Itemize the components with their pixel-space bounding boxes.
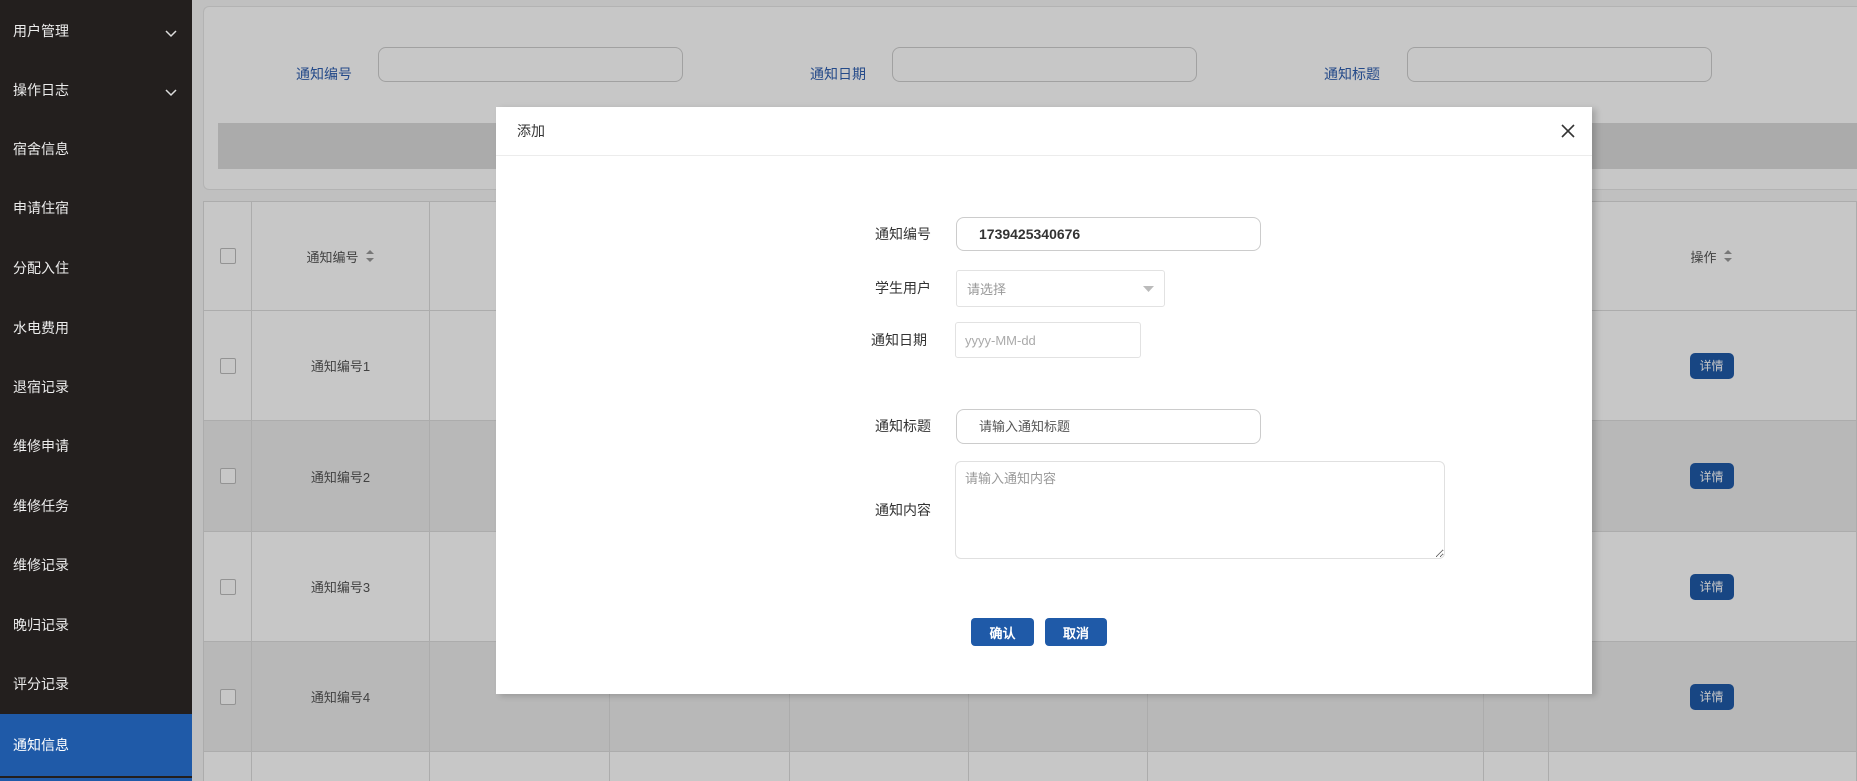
notice-date-input[interactable] [955, 322, 1141, 358]
sidebar-item-label: 操作日志 [13, 82, 69, 98]
sidebar-item-label: 维修任务 [13, 498, 69, 514]
chevron-down-icon [165, 89, 177, 97]
close-icon[interactable] [1560, 123, 1576, 139]
sidebar-item-apply-accommodation[interactable]: 申请住宿 [0, 178, 192, 238]
sidebar-item-label: 分配入住 [13, 260, 69, 276]
sidebar-item-label: 退宿记录 [13, 379, 69, 395]
sidebar: 用户管理 操作日志 宿舍信息 申请住宿 分配入住 水电费用 退宿记录 维修申请 … [0, 0, 192, 781]
notice-title-input[interactable] [956, 409, 1261, 444]
sidebar-item-label: 水电费用 [13, 320, 69, 336]
field-label-notice-no: 通知编号 [875, 226, 931, 242]
sidebar-item-label: 维修申请 [13, 438, 69, 454]
confirm-button[interactable]: 确认 [971, 618, 1034, 646]
sidebar-item-repair-tasks[interactable]: 维修任务 [0, 476, 192, 536]
field-label-student-user: 学生用户 [875, 280, 931, 296]
cancel-button[interactable]: 取消 [1045, 618, 1107, 646]
sidebar-item-dorm-info[interactable]: 宿舍信息 [0, 119, 192, 179]
sidebar-item-utility-fees[interactable]: 水电费用 [0, 298, 192, 358]
student-user-select[interactable]: 请选择 [956, 270, 1165, 307]
sidebar-item-label: 晚归记录 [13, 617, 69, 633]
sidebar-item-user-management[interactable]: 用户管理 [0, 1, 192, 61]
sidebar-item-label: 评分记录 [13, 676, 69, 692]
sidebar-item-label: 通知信息 [13, 737, 69, 753]
sidebar-item-repair-requests[interactable]: 维修申请 [0, 416, 192, 476]
notice-content-textarea[interactable] [955, 461, 1445, 559]
notice-no-input[interactable] [956, 217, 1261, 251]
dialog-header: 添加 [496, 107, 1592, 156]
dialog-title: 添加 [517, 123, 545, 139]
sidebar-item-operation-log[interactable]: 操作日志 [0, 60, 192, 120]
sidebar-item-label: 申请住宿 [13, 200, 69, 216]
add-notice-dialog: 添加 通知编号 学生用户 请选择 通知日期 通知标题 通知内容 确认 取消 [496, 107, 1592, 694]
sidebar-item-notice-info[interactable]: 通知信息 [0, 714, 192, 776]
field-label-notice-date: 通知日期 [871, 332, 927, 348]
sidebar-item-late-return-records[interactable]: 晚归记录 [0, 595, 192, 655]
sidebar-item-label: 宿舍信息 [13, 141, 69, 157]
chevron-down-icon [165, 30, 177, 38]
sidebar-item-label: 用户管理 [13, 23, 69, 39]
caret-down-icon [1143, 286, 1154, 292]
sidebar-item-assign-checkin[interactable]: 分配入住 [0, 238, 192, 298]
select-placeholder: 请选择 [967, 282, 1007, 297]
sidebar-item-rating-records[interactable]: 评分记录 [0, 654, 192, 714]
sidebar-item-label: 维修记录 [13, 557, 69, 573]
field-label-notice-title: 通知标题 [875, 418, 931, 434]
field-label-notice-content: 通知内容 [875, 502, 931, 518]
sidebar-item-checkout-records[interactable]: 退宿记录 [0, 357, 192, 417]
sidebar-item-repair-records[interactable]: 维修记录 [0, 535, 192, 595]
